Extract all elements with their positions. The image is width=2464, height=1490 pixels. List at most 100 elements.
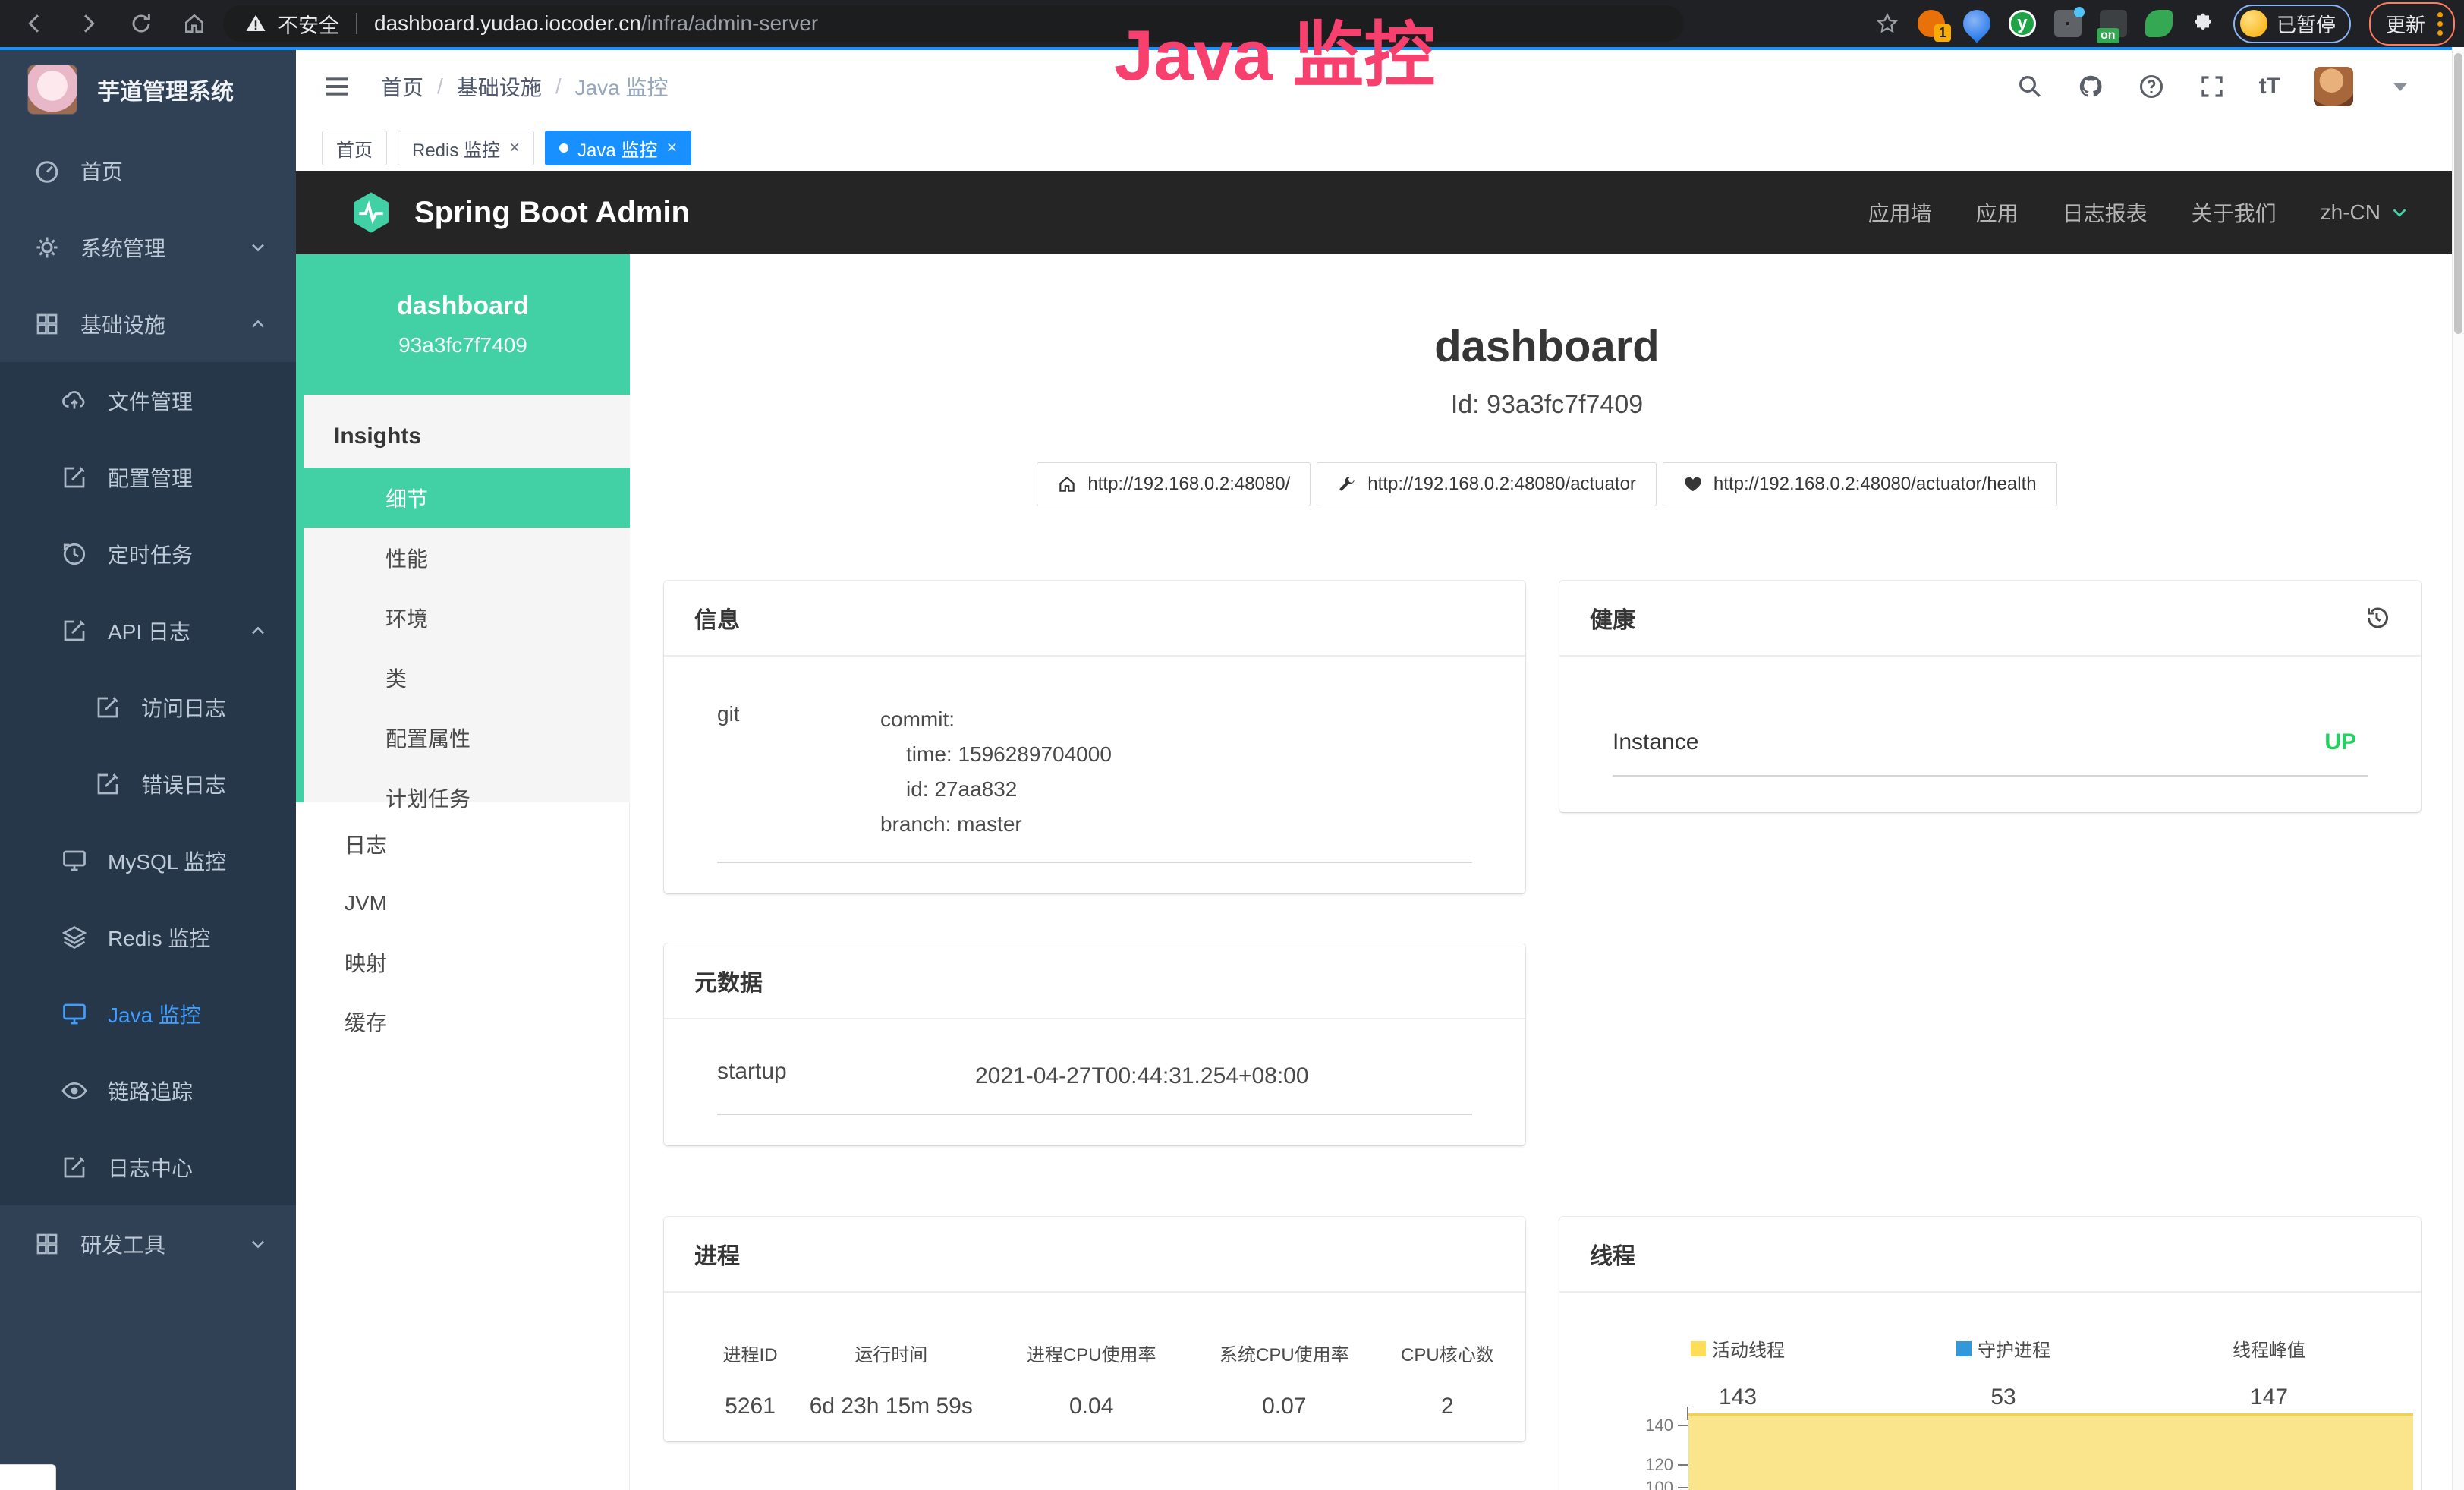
metadata-value: 2021-04-27T00:44:31.254+08:00 (975, 1059, 1309, 1094)
sba-nav-journal[interactable]: 日志报表 (2063, 197, 2148, 228)
browser-status-bubble (0, 1464, 56, 1490)
pink-annotation-text: Java 监控 (1114, 0, 1435, 111)
health-url-button[interactable]: http://192.168.0.2:48080/actuator/health (1663, 462, 2057, 506)
help-icon[interactable] (2138, 73, 2165, 100)
history-icon[interactable] (2363, 604, 2390, 632)
user-avatar[interactable] (2314, 67, 2353, 106)
tab-home[interactable]: 首页 (322, 131, 387, 165)
extension-icon-orange[interactable]: 1 (1918, 10, 1945, 37)
sidebar-item-devtools[interactable]: 研发工具 (0, 1205, 296, 1282)
sidebar-item-label: Redis 监控 (108, 922, 210, 953)
sba-nav-wallboard[interactable]: 应用墙 (1868, 197, 1932, 228)
browser-menu-icon[interactable] (2437, 12, 2443, 36)
sba-menu-jvm[interactable]: JVM (296, 874, 630, 933)
scrollbar-thumb[interactable] (2454, 53, 2462, 334)
sidebar-item-error-log[interactable]: 错误日志 (0, 745, 296, 822)
app-title: 芋道管理系统 (97, 73, 234, 106)
instance-header[interactable]: dashboard 93a3fc7f7409 (296, 254, 630, 395)
card-title: 进程 (694, 1237, 740, 1271)
sba-menu-classes[interactable]: 类 (304, 647, 630, 707)
back-icon[interactable] (23, 11, 47, 36)
sidebar-item-api-log[interactable]: API 日志 (0, 592, 296, 669)
sba-nav-about[interactable]: 关于我们 (2192, 197, 2277, 228)
process-card: 进程 进程ID 5261 运行时间 6d 23h 15m 59s 进程CPU使用… (664, 1217, 1525, 1441)
page-scrollbar[interactable] (2452, 47, 2464, 1490)
tab-redis[interactable]: Redis 监控 × (398, 131, 534, 165)
close-icon[interactable]: × (509, 137, 520, 159)
y-tick-mark (1678, 1464, 1688, 1466)
sba-menu-mappings[interactable]: 映射 (296, 933, 630, 992)
extension-icon-pin[interactable] (1958, 5, 1997, 43)
breadcrumb-home[interactable]: 首页 (381, 71, 423, 102)
sidebar-item-java[interactable]: Java 监控 (0, 975, 296, 1052)
health-row[interactable]: Instance UP (1559, 657, 2421, 755)
monitor-icon (61, 847, 88, 874)
info-value: commit: time: 1596289704000 id: 27aa832 … (880, 702, 1112, 842)
sidebar-item-home[interactable]: 首页 (0, 132, 296, 209)
chrome-update-button[interactable]: 更新 (2369, 2, 2455, 46)
locale-selector[interactable]: zh-CN (2321, 200, 2411, 225)
process-card-header: 进程 (664, 1217, 1525, 1293)
git-commit-line: commit: (880, 702, 1112, 737)
sba-nav-applications[interactable]: 应用 (1976, 197, 2019, 228)
address-bar[interactable]: 不安全 dashboard.yudao.iocoder.cn/infra/adm… (223, 5, 1684, 42)
sba-brand-title[interactable]: Spring Boot Admin (414, 196, 690, 230)
hamburger-icon[interactable] (322, 71, 352, 102)
service-url-button[interactable]: http://192.168.0.2:48080/ (1037, 462, 1311, 506)
page-title: dashboard (630, 321, 2464, 372)
chevron-down-icon (247, 237, 269, 258)
emoji-avatar (2240, 10, 2267, 37)
fullscreen-icon[interactable] (2198, 73, 2226, 100)
sidebar-item-log-center[interactable]: 日志中心 (0, 1129, 296, 1205)
home-icon[interactable] (182, 11, 206, 36)
url-text[interactable]: dashboard.yudao.iocoder.cn/infra/admin-s… (374, 11, 818, 36)
extensions-puzzle-icon[interactable] (2191, 11, 2215, 36)
actuator-url: http://192.168.0.2:48080/actuator (1367, 474, 1636, 495)
sidebar-item-infra[interactable]: 基础设施 (0, 285, 296, 362)
sba-menu-details[interactable]: 细节 (296, 468, 630, 528)
insights-group-label: Insights (304, 395, 630, 468)
close-icon[interactable]: × (666, 137, 677, 159)
main-area: 首页 / 基础设施 / Java 监控 tT 首页 Redis 监控 (296, 47, 2464, 1490)
sba-menu-metrics[interactable]: 性能 (304, 528, 630, 587)
app-logo-row[interactable]: 芋道管理系统 (0, 47, 296, 132)
sba-menu-configprops[interactable]: 配置属性 (304, 707, 630, 767)
extension-icon-dark[interactable]: on (2100, 10, 2127, 37)
profile-paused-badge[interactable]: 已暂停 (2233, 5, 2351, 43)
sba-menu-logs[interactable]: 日志 (296, 814, 630, 874)
sba-menu-env[interactable]: 环境 (304, 587, 630, 647)
github-icon[interactable] (2077, 73, 2104, 100)
search-icon[interactable] (2016, 73, 2044, 100)
forward-icon[interactable] (76, 11, 100, 36)
caret-down-icon[interactable] (2387, 73, 2414, 100)
sidebar-item-files[interactable]: 文件管理 (0, 362, 296, 439)
extension-icon-leaf[interactable] (2145, 10, 2173, 37)
sidebar-item-redis[interactable]: Redis 监控 (0, 899, 296, 975)
wrench-icon (1337, 474, 1357, 494)
spring-boot-admin-logo-icon[interactable] (349, 191, 393, 235)
sba-menu-caches[interactable]: 缓存 (296, 992, 630, 1051)
reload-icon[interactable] (129, 11, 153, 36)
font-size-icon[interactable]: tT (2259, 74, 2280, 99)
actuator-url-button[interactable]: http://192.168.0.2:48080/actuator (1317, 462, 1657, 506)
chevron-up-icon (247, 313, 269, 335)
security-chip[interactable]: 不安全 (244, 9, 339, 39)
sidebar-submenu-infra: 文件管理 配置管理 定时任务 API 日志 访问日志 (0, 362, 296, 1205)
breadcrumb-infra[interactable]: 基础设施 (457, 71, 542, 102)
bookmark-star-icon[interactable] (1875, 11, 1899, 36)
info-card: 信息 git commit: time: 1596289704000 id: 2… (664, 581, 1525, 893)
sidebar-item-config[interactable]: 配置管理 (0, 439, 296, 515)
extension-icon-y[interactable]: y (2009, 10, 2036, 37)
active-tab-dot (559, 143, 568, 153)
extension-icon-squares[interactable] (2054, 10, 2082, 37)
sidebar-item-system[interactable]: 系统管理 (0, 209, 296, 285)
app-logo (27, 65, 77, 115)
sidebar-item-mysql[interactable]: MySQL 监控 (0, 822, 296, 899)
tab-java[interactable]: Java 监控 × (545, 131, 691, 165)
sidebar-item-jobs[interactable]: 定时任务 (0, 515, 296, 592)
sidebar-item-access-log[interactable]: 访问日志 (0, 669, 296, 745)
edit-icon (61, 617, 88, 644)
sba-menu-root: 日志 JVM 映射 缓存 (296, 814, 630, 1051)
sidebar-item-trace[interactable]: 链路追踪 (0, 1052, 296, 1129)
edit-icon (94, 770, 121, 798)
